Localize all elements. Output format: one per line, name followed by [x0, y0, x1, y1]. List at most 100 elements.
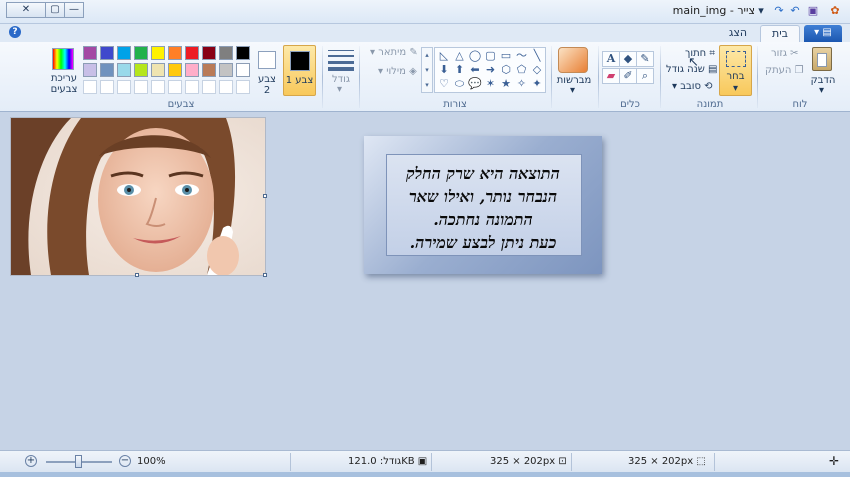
tab-home[interactable]: בית: [760, 25, 800, 42]
shapes-scroll[interactable]: ▴ ▾ ▾: [421, 47, 433, 93]
size-dropdown-icon[interactable]: ▾: [337, 84, 342, 95]
maximize-button[interactable]: ▢: [45, 2, 65, 18]
shape-fill-button[interactable]: ▾ מילוי ◈: [378, 66, 417, 77]
palette-swatch[interactable]: [236, 46, 250, 60]
shape-diamond-icon[interactable]: ◇: [530, 63, 545, 76]
save-icon[interactable]: ▣: [806, 4, 820, 18]
palette-swatch[interactable]: [100, 63, 114, 77]
file-menu-button[interactable]: ▾ ▤: [804, 25, 842, 42]
palette-swatch[interactable]: [168, 63, 182, 77]
palette-swatch[interactable]: [219, 63, 233, 77]
zoom-in-icon[interactable]: +: [25, 455, 37, 467]
selection-size-readout: 325 × 202px ⬚: [628, 456, 706, 467]
color2-label[interactable]: צבע 2: [256, 74, 278, 96]
shape-six-point-star-icon[interactable]: ✶: [483, 77, 498, 90]
resize-handle-corner[interactable]: [263, 273, 267, 277]
shape-down-arrow-icon[interactable]: ⬇: [437, 63, 452, 76]
magnifier-icon[interactable]: ⌕: [636, 68, 654, 84]
resize-handle-bottom[interactable]: [135, 273, 139, 277]
zoom-level: 100%: [137, 456, 166, 467]
shape-rounded-rectangle-icon[interactable]: ▢: [483, 49, 498, 62]
custom-color-slot[interactable]: [202, 80, 216, 94]
shape-callout-rounded-icon[interactable]: 💬: [468, 77, 483, 90]
palette-swatch[interactable]: [151, 46, 165, 60]
custom-color-slot[interactable]: [100, 80, 114, 94]
custom-color-slot[interactable]: [219, 80, 233, 94]
undo-icon[interactable]: ↶: [788, 4, 802, 18]
copy-button[interactable]: העתק ❐: [765, 65, 804, 76]
cursor-position-icon: ✛: [829, 454, 840, 468]
palette-swatch[interactable]: [83, 46, 97, 60]
shape-outline-button[interactable]: ▾ מיתאר ✎: [370, 47, 418, 58]
palette-swatch[interactable]: [83, 63, 97, 77]
palette-swatch[interactable]: [100, 46, 114, 60]
eraser-icon[interactable]: ▰: [602, 68, 620, 84]
brushes-dropdown-icon[interactable]: ▾: [570, 85, 575, 96]
colors-group-label: צבעים: [167, 99, 195, 110]
palette-swatch[interactable]: [117, 46, 131, 60]
color2-swatch[interactable]: [258, 51, 276, 69]
palette-swatch[interactable]: [134, 46, 148, 60]
shape-right-arrow-icon[interactable]: ➜: [483, 63, 498, 76]
help-icon[interactable]: ?: [9, 26, 21, 38]
edit-colors-label[interactable]: עריכת צבעים: [48, 73, 80, 95]
custom-color-slot[interactable]: [185, 80, 199, 94]
shape-curve-icon[interactable]: 〜: [514, 49, 529, 62]
shape-star-icon[interactable]: ★: [499, 77, 514, 90]
custom-color-slot[interactable]: [83, 80, 97, 94]
shape-pentagon-icon[interactable]: ⬠: [514, 63, 529, 76]
brush-icon[interactable]: [558, 47, 588, 73]
palette-swatch[interactable]: [117, 63, 131, 77]
zoom-out-icon[interactable]: −: [119, 455, 131, 467]
pencil-icon[interactable]: ✎: [636, 51, 654, 67]
color1-button[interactable]: צבע 1: [283, 45, 316, 96]
palette-swatch[interactable]: [219, 46, 233, 60]
edit-colors-icon[interactable]: [52, 48, 74, 70]
palette-swatch[interactable]: [185, 63, 199, 77]
cut-button[interactable]: גזור ✂: [771, 48, 799, 59]
color-picker-icon[interactable]: ✐: [619, 68, 637, 84]
close-button[interactable]: ✕: [6, 2, 46, 18]
shape-rectangle-icon[interactable]: ▭: [499, 49, 514, 62]
shape-line-icon[interactable]: ╲: [530, 49, 545, 62]
redo-icon[interactable]: ↷: [772, 4, 786, 18]
custom-color-slot[interactable]: [168, 80, 182, 94]
zoom-slider-thumb[interactable]: [75, 455, 82, 468]
shape-oval-icon[interactable]: ◯: [468, 49, 483, 62]
custom-color-slot[interactable]: [134, 80, 148, 94]
size-lines-icon[interactable]: [328, 48, 354, 71]
shape-four-point-star-icon[interactable]: ✦: [530, 77, 545, 90]
custom-color-slot[interactable]: [117, 80, 131, 94]
palette-swatch[interactable]: [151, 63, 165, 77]
resize-handle-right[interactable]: [263, 194, 267, 198]
canvas-image[interactable]: [11, 118, 265, 275]
fill-bucket-icon[interactable]: ◆: [619, 51, 637, 67]
paste-dropdown-icon[interactable]: ▾: [819, 85, 824, 96]
tab-view[interactable]: הצג: [718, 25, 758, 42]
shape-callout-oval-icon[interactable]: ⬭: [452, 77, 467, 90]
paint-app-icon: ✿: [830, 4, 840, 17]
shape-triangle-icon[interactable]: △: [452, 49, 467, 62]
palette-swatch[interactable]: [202, 63, 216, 77]
woman-portrait-image: [11, 118, 265, 275]
palette-swatch[interactable]: [236, 63, 250, 77]
custom-color-slot[interactable]: [236, 80, 250, 94]
palette-swatch[interactable]: [134, 63, 148, 77]
palette-swatch[interactable]: [185, 46, 199, 60]
clipboard-icon[interactable]: [812, 47, 832, 71]
outline-dropdown-icon: ▾: [370, 47, 379, 58]
minimize-button[interactable]: —: [64, 2, 84, 18]
palette-swatch[interactable]: [168, 46, 182, 60]
qat-dropdown-icon[interactable]: ▾: [754, 4, 768, 18]
rotate-button[interactable]: ▾ סובב ⟲: [672, 81, 713, 92]
shape-five-point-star-outline-icon[interactable]: ✧: [514, 77, 529, 90]
select-button[interactable]: בחר ▾: [719, 45, 752, 96]
shape-left-arrow-icon[interactable]: ⬅: [468, 63, 483, 76]
custom-color-slot[interactable]: [151, 80, 165, 94]
shape-hexagon-icon[interactable]: ⬡: [499, 63, 514, 76]
shape-heart-icon[interactable]: ♡: [437, 77, 452, 90]
text-tool-icon[interactable]: A: [602, 51, 620, 67]
shape-right-triangle-icon[interactable]: ◺: [437, 49, 452, 62]
shape-up-arrow-icon[interactable]: ⬆: [452, 63, 467, 76]
palette-swatch[interactable]: [202, 46, 216, 60]
